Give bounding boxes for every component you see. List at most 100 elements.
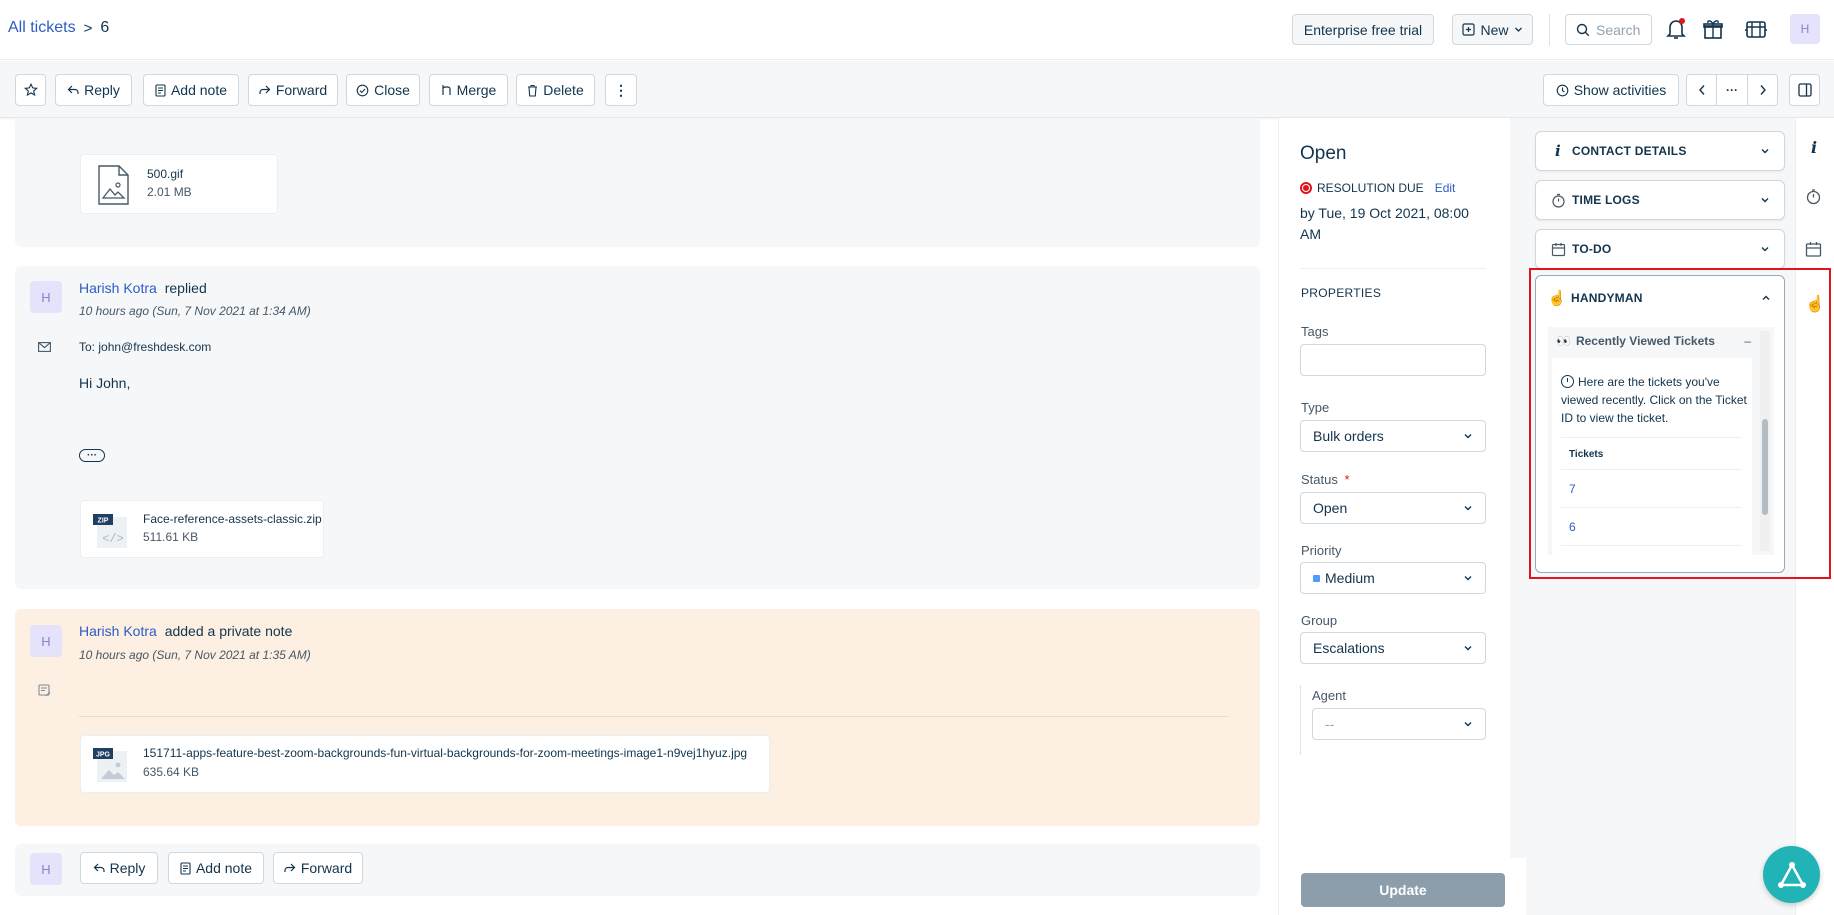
clock-icon xyxy=(1561,375,1574,388)
recipient-email: john@freshdesk.com xyxy=(98,340,212,354)
time-logs-accordion[interactable]: TIME LOGS xyxy=(1535,180,1785,220)
chevron-right-icon xyxy=(1759,84,1767,96)
bottom-reply-button[interactable]: Reply xyxy=(80,852,158,884)
todo-label: TO-DO xyxy=(1572,242,1612,256)
group-label: Group xyxy=(1301,613,1338,628)
attachment-zip[interactable]: ZIP </> Face-reference-assets-classic.zip… xyxy=(80,500,324,558)
attachment-size: 635.64 KB xyxy=(143,765,200,779)
private-note-card xyxy=(15,609,1260,826)
collapse-icon[interactable]: – xyxy=(1744,334,1751,348)
todo-accordion[interactable]: TO-DO xyxy=(1535,229,1785,269)
attachment-name: 151711-apps-feature-best-zoom-background… xyxy=(143,746,748,760)
attachment-jpg[interactable]: JPG 151711-apps-feature-best-zoom-backgr… xyxy=(80,735,770,793)
user-avatar-initial: H xyxy=(1800,22,1810,36)
merge-button[interactable]: Merge xyxy=(429,74,508,106)
ellipsis-label: ··· xyxy=(87,449,97,461)
priority-color-swatch xyxy=(1313,574,1320,582)
ticket-nav-more-button[interactable]: ··· xyxy=(1716,74,1748,106)
recipient-label: To: xyxy=(79,340,96,354)
note-header: Harish Kotra added a private note xyxy=(79,623,292,639)
svg-text:</>: </> xyxy=(102,532,124,546)
contact-info-rail-icon[interactable]: i xyxy=(1804,137,1824,157)
prev-ticket-button[interactable] xyxy=(1686,74,1717,106)
ticket-status-title: Open xyxy=(1300,143,1347,164)
enterprise-trial-label: Enterprise free trial xyxy=(1303,21,1423,38)
message-action: replied xyxy=(164,280,207,296)
todo-rail-icon[interactable] xyxy=(1805,241,1822,258)
merge-icon xyxy=(441,84,452,96)
attachment-size: 511.61 KB xyxy=(143,530,199,544)
bottom-forward-button[interactable]: Forward xyxy=(273,852,363,884)
recent-ticket-link-6[interactable]: 6 xyxy=(1569,520,1576,534)
reply-button[interactable]: Reply xyxy=(55,74,132,106)
app-scrollbar-thumb[interactable] xyxy=(1762,419,1768,515)
search-icon xyxy=(1576,23,1590,37)
show-quoted-button[interactable]: ··· xyxy=(79,449,105,462)
close-button[interactable]: Close xyxy=(346,74,420,106)
sidebar-panel-icon xyxy=(1797,83,1812,97)
help-widget-button[interactable] xyxy=(1763,846,1820,903)
priority-value: Medium xyxy=(1325,570,1375,586)
properties-scroll-gutter xyxy=(1510,118,1526,858)
new-label: New xyxy=(1480,21,1509,38)
author-link[interactable]: Harish Kotra xyxy=(79,280,157,296)
contact-details-label: CONTACT DETAILS xyxy=(1572,144,1687,158)
close-label: Close xyxy=(374,82,410,98)
chevron-left-icon xyxy=(1698,84,1706,96)
timer-rail-icon[interactable] xyxy=(1805,188,1822,205)
edit-due-link[interactable]: Edit xyxy=(1435,181,1456,195)
tags-label: Tags xyxy=(1301,324,1329,339)
delete-button[interactable]: Delete xyxy=(516,74,595,106)
bottom-add-note-button[interactable]: Add note xyxy=(168,852,264,884)
priority-select[interactable]: Medium xyxy=(1300,562,1486,594)
tickets-table-divider-top xyxy=(1561,437,1741,438)
message-body: Hi John, xyxy=(79,375,131,391)
app-scrollbar-track[interactable] xyxy=(1760,331,1770,551)
contact-details-accordion[interactable]: i CONTACT DETAILS xyxy=(1535,131,1785,171)
show-activities-button[interactable]: Show activities xyxy=(1543,74,1679,106)
svg-text:JPG: JPG xyxy=(96,752,111,759)
type-select[interactable]: Bulk orders xyxy=(1300,420,1486,452)
bell-icon[interactable] xyxy=(1665,17,1687,41)
chevron-down-icon xyxy=(1463,643,1473,653)
agent-select[interactable]: -- xyxy=(1312,708,1486,740)
status-select[interactable]: Open xyxy=(1300,492,1486,524)
tickets-table-divider-row2 xyxy=(1561,545,1741,546)
new-button[interactable]: New xyxy=(1452,14,1533,45)
more-actions-button[interactable]: ⋮ xyxy=(605,74,637,106)
zip-file-icon: ZIP </> xyxy=(93,513,129,549)
forward-button[interactable]: Forward xyxy=(248,74,338,106)
attachment-500-gif[interactable]: 500.gif 2.01 MB xyxy=(80,154,278,214)
bottom-forward-label: Forward xyxy=(300,860,353,876)
note-time: 10 hours ago (Sun, 7 Nov 2021 at 1:35 AM… xyxy=(79,648,311,662)
search-box[interactable]: Search xyxy=(1565,14,1652,45)
add-note-button[interactable]: Add note xyxy=(143,74,239,106)
handyman-rail-icon[interactable]: ☝ xyxy=(1805,294,1825,314)
update-button[interactable]: Update xyxy=(1301,873,1505,907)
recent-ticket-link-7[interactable]: 7 xyxy=(1569,482,1576,496)
tags-input[interactable] xyxy=(1300,344,1486,376)
resolution-due-label: RESOLUTION DUE xyxy=(1317,181,1424,195)
apps-icon[interactable] xyxy=(1744,18,1768,40)
enterprise-trial-button[interactable]: Enterprise free trial xyxy=(1292,14,1434,45)
user-avatar[interactable]: H xyxy=(1790,14,1820,44)
recently-viewed-title: Recently Viewed Tickets xyxy=(1575,334,1715,348)
chevron-down-icon xyxy=(1463,719,1473,729)
gift-icon[interactable] xyxy=(1702,18,1724,40)
update-label: Update xyxy=(1379,882,1427,898)
handyman-accordion-header[interactable]: ☝ HANDYMAN xyxy=(1535,278,1785,318)
jpg-file-icon: JPG xyxy=(93,747,129,783)
group-select[interactable]: Escalations xyxy=(1300,632,1486,664)
network-icon xyxy=(1777,861,1807,889)
properties-section-title: PROPERTIES xyxy=(1301,286,1382,300)
bottom-reply-label: Reply xyxy=(109,860,146,876)
toggle-sidebar-button[interactable] xyxy=(1789,74,1820,106)
show-activities-label: Show activities xyxy=(1573,82,1667,98)
trash-icon xyxy=(527,84,538,97)
breadcrumb-all-tickets[interactable]: All tickets xyxy=(8,19,76,37)
author-link[interactable]: Harish Kotra xyxy=(79,623,157,639)
star-button[interactable] xyxy=(15,74,46,106)
bottom-avatar: H xyxy=(30,853,62,885)
check-circle-icon xyxy=(356,84,369,97)
next-ticket-button[interactable] xyxy=(1747,74,1778,106)
